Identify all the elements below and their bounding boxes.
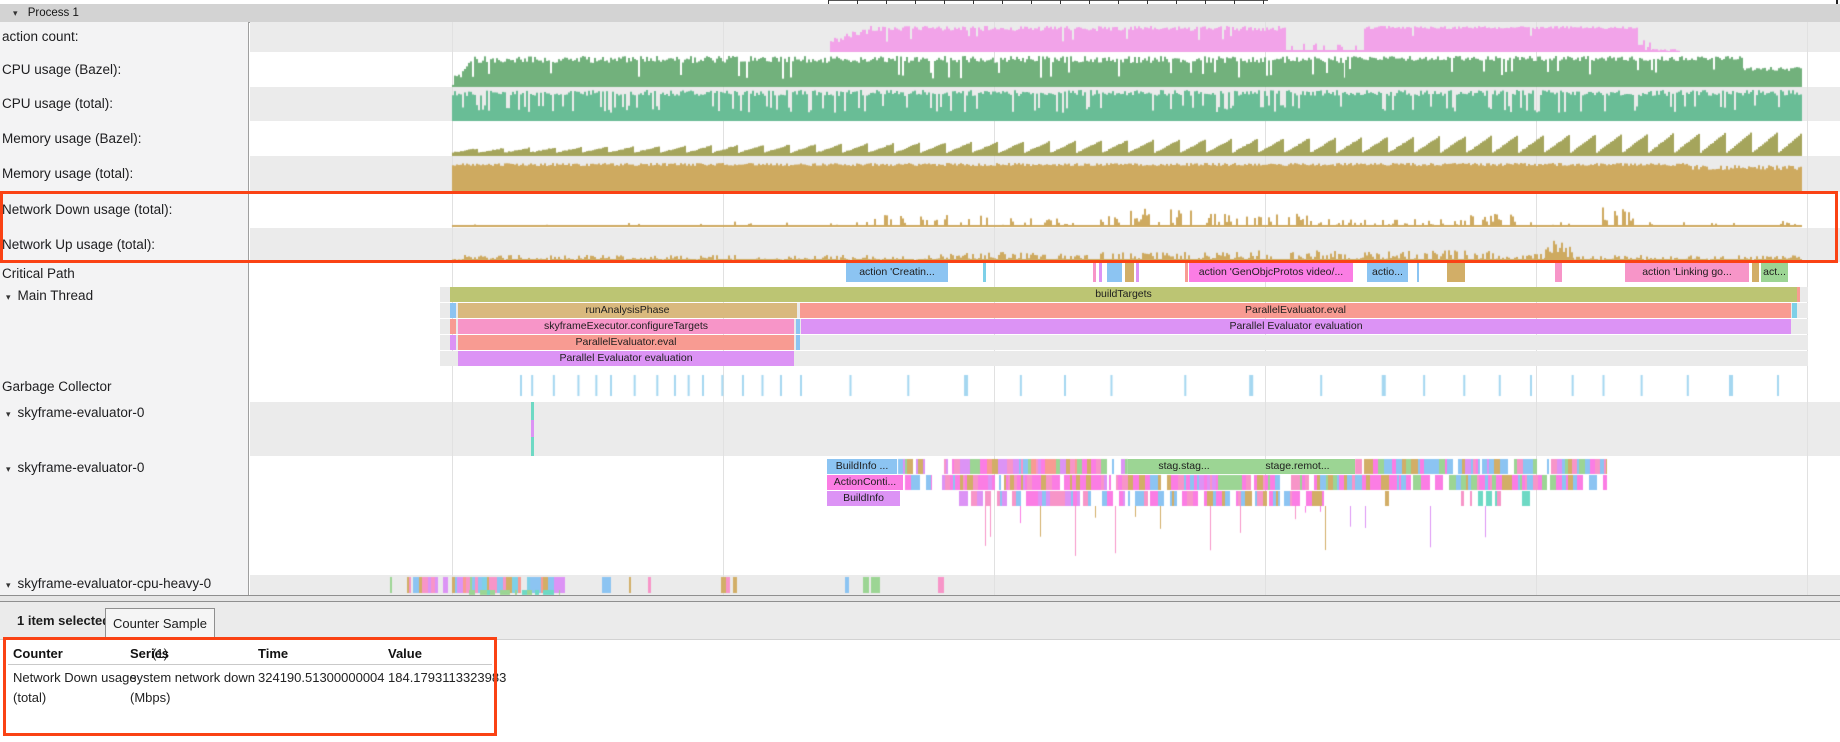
sidebar-item-cpu-usage-total: CPU usage (total): [0, 87, 113, 121]
col-header-counter[interactable]: Counter [13, 644, 63, 664]
tab-counter-sample[interactable]: Counter Sample (1) [105, 608, 215, 640]
sidebar-item-skyframe-evaluator-0[interactable]: ▾ skyframe-evaluator-0 [0, 402, 144, 424]
track-label: Main Thread [18, 288, 94, 303]
chevron-down-icon[interactable]: ▾ [6, 574, 11, 596]
sidebar-item-main-thread[interactable]: ▾ Main Thread [0, 286, 93, 306]
sidebar-item-skyframe-evaluator-cpu-heavy-0[interactable]: ▾ skyframe-evaluator-cpu-heavy-0 [0, 573, 211, 595]
sidebar-item-memory-usage-bazel: Memory usage (Bazel): [0, 121, 142, 156]
track-label: Network Up usage (total): [2, 237, 155, 252]
track-label: Critical Path [2, 266, 75, 281]
track-label: skyframe-evaluator-0 [18, 405, 145, 420]
track-label: Memory usage (Bazel): [2, 131, 142, 146]
chevron-down-icon[interactable]: ▾ [6, 403, 11, 425]
sidebar-item-network-up-usage-total: Network Up usage (total): [0, 228, 155, 262]
track-label: skyframe-evaluator-0 [18, 460, 145, 475]
sidebar-item-cpu-usage-bazel: CPU usage (Bazel): [0, 52, 121, 87]
sidebar-item-garbage-collector: Garbage Collector [0, 372, 112, 402]
cell-time: 324190.51300000004 [258, 668, 385, 688]
track-label: CPU usage (total): [2, 96, 113, 111]
track-label: Garbage Collector [2, 379, 112, 394]
col-header-value[interactable]: Value [388, 644, 422, 664]
details-panel: 1 item selected. Counter Sample (1) Coun… [0, 602, 1840, 742]
col-header-time[interactable]: Time [258, 644, 288, 664]
cell-counter-line2: (total) [13, 688, 46, 708]
cell-series-line1: system network down [130, 668, 255, 688]
table-header-divider [8, 664, 492, 665]
selection-status: 1 item selected. [17, 602, 114, 640]
sidebar-item-skyframe-evaluator-0[interactable]: ▾ skyframe-evaluator-0 [0, 458, 144, 478]
track-label: action count: [2, 29, 79, 44]
chevron-down-icon[interactable]: ▾ [6, 459, 11, 479]
cell-series-line2: (Mbps) [130, 688, 170, 708]
panel-splitter[interactable] [0, 595, 1840, 602]
track-label: Memory usage (total): [2, 166, 133, 181]
sidebar-item-memory-usage-total: Memory usage (total): [0, 156, 133, 192]
track-sidebar: action count: CPU usage (Bazel): CPU usage… [0, 22, 249, 595]
col-header-series[interactable]: Series [130, 644, 169, 664]
cell-counter-line1: Network Down usage [13, 668, 137, 688]
cell-value: 184.1793113323983 [388, 668, 506, 688]
sidebar-item-network-down-usage-total: Network Down usage (total): [0, 192, 172, 228]
track-label: skyframe-evaluator-cpu-heavy-0 [18, 576, 212, 591]
sidebar-item-action-count: action count: [0, 22, 79, 52]
sidebar-item-critical-path: Critical Path [0, 262, 75, 286]
chevron-down-icon[interactable]: ▾ [6, 287, 11, 307]
track-label: CPU usage (Bazel): [2, 62, 121, 77]
track-label: Network Down usage (total): [2, 202, 172, 217]
details-tabstrip: 1 item selected. Counter Sample (1) [0, 602, 1840, 640]
trace-viewer: ▾ Process 1 action 'Creatin...action 'Ge… [0, 0, 1840, 742]
